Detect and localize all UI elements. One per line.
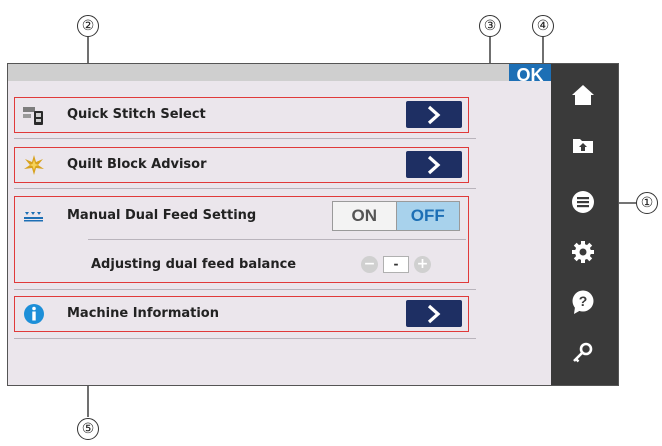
divider [14, 138, 476, 139]
dual-feed-balance-label: Adjusting dual feed balance [91, 257, 297, 272]
settings-button[interactable] [565, 235, 601, 269]
dual-feed-group: Manual Dual Feed Setting ON OFF Adjustin… [14, 196, 469, 283]
chevron-right-icon [427, 105, 441, 124]
callout-4: ④ [532, 15, 554, 37]
home-button[interactable] [565, 78, 601, 112]
home-icon [572, 85, 594, 105]
menu-button[interactable] [565, 185, 601, 219]
quick-stitch-icon [23, 107, 43, 125]
svg-text:?: ? [579, 293, 588, 309]
callout-3: ③ [479, 15, 501, 37]
key-button[interactable] [565, 336, 601, 370]
machine-information-label: Machine Information [67, 306, 219, 321]
dual-feed-icon [24, 212, 43, 222]
callout-5: ⑤ [77, 418, 99, 440]
quick-stitch-select-arrow-button[interactable] [406, 101, 462, 128]
machine-information-arrow-button[interactable] [406, 300, 462, 327]
toggle-off-button[interactable]: OFF [395, 202, 459, 230]
balance-value: - [383, 256, 409, 273]
quilt-block-advisor-row[interactable]: Quilt Block Advisor [14, 147, 469, 183]
chevron-right-icon [427, 155, 441, 174]
gear-icon [572, 241, 594, 263]
key-icon [573, 342, 593, 363]
divider [14, 188, 476, 189]
dual-feed-label: Manual Dual Feed Setting [67, 208, 257, 223]
inner-divider [88, 239, 466, 240]
minus-button[interactable]: − [361, 256, 378, 273]
dual-feed-toggle[interactable]: ON OFF [332, 201, 460, 231]
sidebar: ? [551, 64, 618, 385]
dual-feed-balance-stepper: − - + [361, 256, 431, 273]
divider [14, 289, 476, 290]
quilt-block-advisor-label: Quilt Block Advisor [67, 157, 207, 172]
chevron-right-icon [427, 304, 441, 323]
machine-settings-screen: OK Quick Stitch Select Quilt Block Advis… [7, 63, 619, 386]
quick-stitch-select-label: Quick Stitch Select [67, 107, 206, 122]
quilt-block-icon [24, 155, 44, 175]
toggle-on-button[interactable]: ON [333, 202, 396, 230]
help-button[interactable]: ? [565, 286, 601, 320]
settings-panel: Quick Stitch Select Quilt Block Advisor [8, 81, 551, 385]
callout-1: ① [636, 192, 658, 214]
folder-button[interactable] [565, 128, 601, 162]
quilt-block-advisor-arrow-button[interactable] [406, 151, 462, 178]
info-icon [24, 304, 44, 324]
divider [14, 338, 476, 339]
machine-information-row[interactable]: Machine Information [14, 296, 469, 332]
help-icon: ? [572, 290, 594, 314]
folder-upload-icon [573, 139, 593, 153]
menu-icon [572, 191, 594, 213]
plus-button[interactable]: + [414, 256, 431, 273]
top-bar [8, 64, 551, 81]
callout-2: ② [77, 15, 99, 37]
quick-stitch-select-row[interactable]: Quick Stitch Select [14, 97, 469, 133]
